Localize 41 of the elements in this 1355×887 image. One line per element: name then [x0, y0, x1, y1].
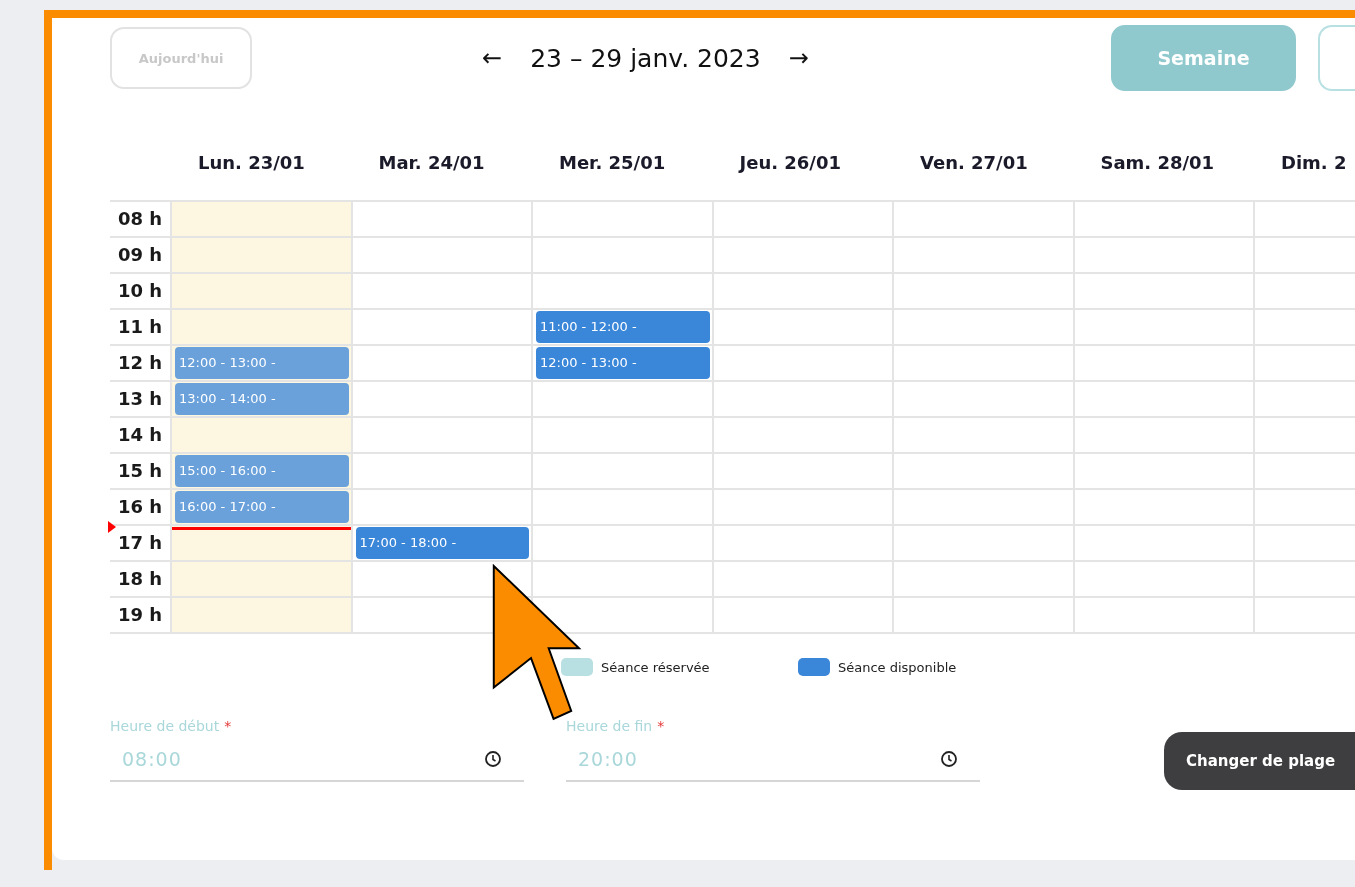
session-event[interactable]: 17:00 - 18:00 -	[355, 527, 529, 559]
change-range-button[interactable]: Changer de plage	[1164, 732, 1355, 790]
hour-label: 12 h	[117, 351, 164, 375]
legend-label: Séance disponible	[838, 659, 957, 675]
week-range-title: 23 – 29 janv. 2023	[530, 43, 761, 73]
time-input-field[interactable]: 08:00	[110, 738, 524, 782]
legend-label: Séance réservée	[601, 659, 710, 675]
session-event[interactable]: 16:00 - 17:00 -	[175, 491, 349, 523]
hour-label: 09 h	[117, 243, 164, 267]
hour-label: 15 h	[117, 459, 164, 483]
hour-label: 18 h	[117, 567, 164, 591]
day-header: Lun. 23/01	[197, 151, 306, 175]
day-header: Mer. 25/01	[558, 151, 667, 175]
day-header: Sam. 28/01	[1099, 151, 1216, 175]
day-header: Ven. 27/01	[919, 151, 1029, 175]
required-mark: *	[224, 718, 232, 734]
field-label: Heure de début	[110, 718, 220, 734]
hour-label: 14 h	[117, 423, 164, 447]
field-label: Heure de fin	[566, 718, 653, 734]
view-tab[interactable]: Semaine	[1111, 25, 1296, 91]
hour-label: 13 h	[117, 387, 164, 411]
session-event[interactable]: 11:00 - 12:00 -	[536, 311, 710, 343]
hour-label: 10 h	[117, 279, 164, 303]
session-event[interactable]: 12:00 - 13:00 -	[175, 347, 349, 379]
session-event[interactable]: 15:00 - 16:00 -	[175, 455, 349, 487]
required-mark: *	[657, 718, 665, 734]
session-event[interactable]: 13:00 - 14:00 -	[175, 383, 349, 415]
hour-label: 11 h	[117, 315, 164, 339]
hour-label: 16 h	[117, 495, 164, 519]
clock-icon[interactable]	[940, 750, 958, 768]
clock-icon[interactable]	[484, 750, 502, 768]
day-header: Mar. 24/01	[377, 151, 486, 175]
hour-label: 08 h	[117, 207, 164, 231]
day-header: Dim. 2	[1280, 151, 1348, 175]
previous-week-button[interactable]: ←	[482, 44, 503, 72]
hour-label: 19 h	[117, 603, 164, 627]
next-week-button[interactable]: →	[788, 44, 809, 72]
hour-label: 17 h	[117, 531, 164, 555]
session-event[interactable]: 12:00 - 13:00 -	[536, 347, 710, 379]
time-input-field[interactable]: 20:00	[566, 738, 980, 782]
day-header: Jeu. 26/01	[737, 151, 842, 175]
